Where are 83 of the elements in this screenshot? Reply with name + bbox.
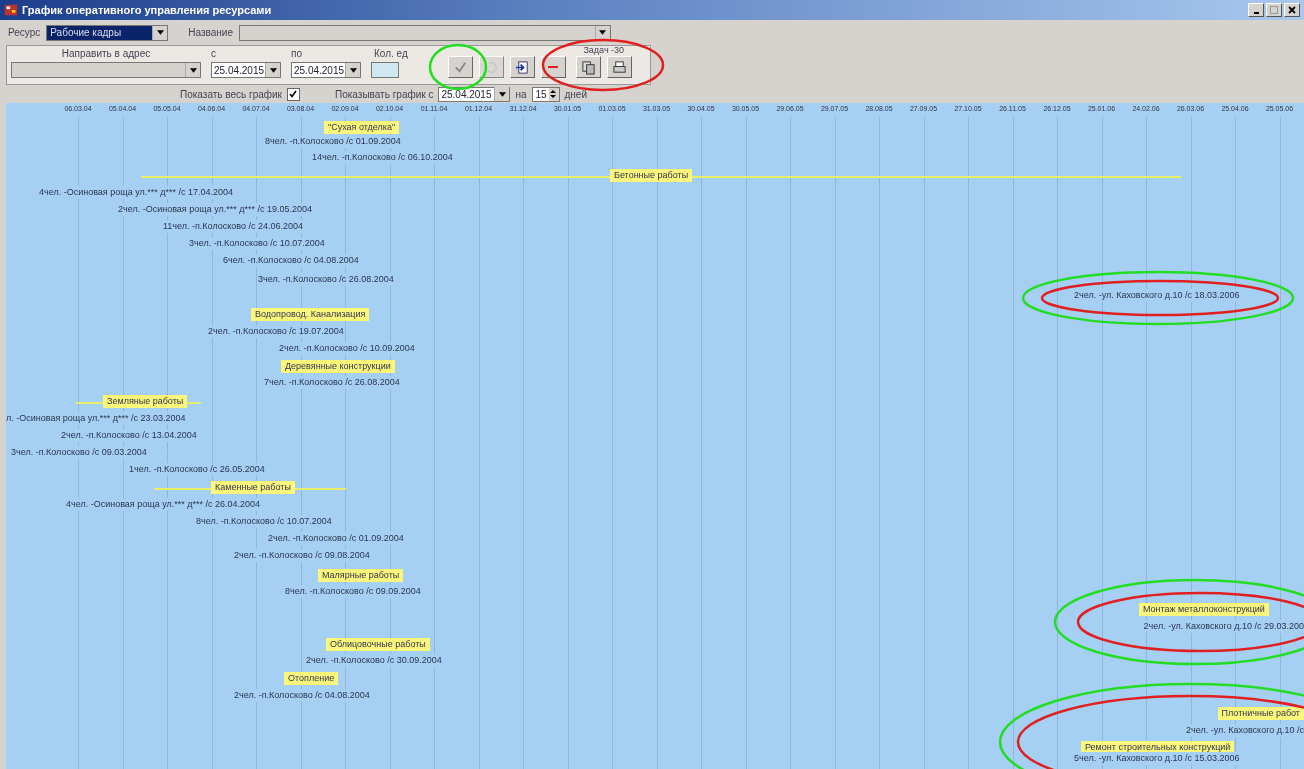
assignment-entry: 3чел. -п.Колосково /с 26.08.2004 xyxy=(258,273,394,286)
app-icon xyxy=(4,3,18,17)
assignment-entry: 4чел. -Осиновая роща ул.*** д*** /с 17.04.2004 xyxy=(39,186,233,199)
address-dropdown[interactable] xyxy=(11,62,201,78)
assignment-entry: 2чел. -п.Колосково /с 19.07.2004 xyxy=(208,325,344,338)
close-icon xyxy=(1287,5,1297,15)
to-label: по xyxy=(291,48,303,59)
assignment-entry: 3чел. -п.Колосково /с 09.03.2004 xyxy=(11,446,147,459)
work-group-label: Каменные работы xyxy=(211,481,295,494)
minus-icon xyxy=(548,65,559,69)
print-button[interactable] xyxy=(606,56,632,78)
work-group-label: Монтаж металлоконструкций xyxy=(1139,603,1269,616)
caret-icon xyxy=(498,91,506,97)
printer-icon xyxy=(611,59,627,75)
start-label: Показывать график с xyxy=(335,88,434,100)
name-dropdown[interactable] xyxy=(238,24,611,41)
tasks-count: Задач -30 xyxy=(583,45,625,55)
close-button[interactable] xyxy=(1284,3,1300,17)
quantity-label: Кол. ед xyxy=(373,48,408,59)
from-label: с xyxy=(211,48,217,59)
assignment-entry: 2чел. -ул. Каховского д.10 /с 29.03.200 xyxy=(1143,620,1304,633)
assignment-entry: 11чел. -п.Колосково /с 24.06.2004 xyxy=(163,220,304,233)
exit-icon xyxy=(514,59,530,75)
confirm-button[interactable] xyxy=(447,56,473,78)
minimize-icon xyxy=(1253,12,1259,14)
assignment-entry: л. -Осиновая роща ул.*** д*** /с 23.03.2004 xyxy=(6,412,186,425)
assignment-entry: 3чел. -п.Колосково /с 10.07.2004 xyxy=(189,237,325,250)
assignment-entry: 6чел. -п.Колосково /с 04.08.2004 xyxy=(223,254,359,267)
assignment-entry: 2чел. -Осиновая роща ул.*** д*** /с 19.05.2004 xyxy=(118,203,312,216)
assignment-entry: 7чел. -п.Колосково /с 26.08.2004 xyxy=(264,376,400,389)
work-group-label: Бетонные работы xyxy=(610,169,693,182)
show-all-checkbox[interactable] xyxy=(287,87,300,101)
resource-dropdown[interactable]: Рабочие кадры xyxy=(46,24,169,41)
work-group-label: Малярные работы xyxy=(318,569,404,582)
assignment-entry: 2чел. -п.Колосково /с 13.04.2004 xyxy=(61,429,197,442)
start-date-dropdown[interactable]: 25.04.2015 xyxy=(438,86,511,102)
assignment-entry: 2чел. -п.Колосково /с 01.09.2004 xyxy=(268,532,404,545)
annotation-ring xyxy=(428,43,488,91)
exit-button[interactable] xyxy=(509,56,535,78)
minimize-button[interactable] xyxy=(1248,3,1264,17)
maximize-button[interactable] xyxy=(1266,3,1282,17)
caret-icon xyxy=(269,67,277,73)
work-group-label: Плотничные работ xyxy=(1217,707,1304,720)
assignment-entry: 4чел. -Осиновая роща ул.*** д*** /с 26.04.2004 xyxy=(66,498,260,511)
work-group-label: "Сухая отделка" xyxy=(324,121,400,134)
address-label: Направить в адрес xyxy=(60,48,152,59)
caret-icon xyxy=(349,67,357,73)
days-unit: дней xyxy=(564,88,588,100)
assignment-entry: 5чел. -ул. Каховского д.10 /с 15.03.2006 xyxy=(1074,752,1240,765)
assignment-entry: 2чел. -п.Колосково /с 04.08.2004 xyxy=(234,689,370,702)
quantity-field[interactable] xyxy=(371,62,399,78)
name-label: Название xyxy=(188,27,233,38)
work-group-label: Отопление xyxy=(284,672,339,685)
caret-icon xyxy=(599,30,607,35)
work-group-label: Деревянные конструкции xyxy=(281,360,395,373)
copy-icon xyxy=(580,59,596,75)
assignment-entry: 8чел. -п.Колосково /с 09.09.2004 xyxy=(285,585,421,598)
work-group-label: Водопровод. Канализация xyxy=(251,308,370,321)
work-group-label: Земляные работы xyxy=(103,395,188,408)
from-date-dropdown[interactable]: 25.04.2015 xyxy=(211,62,281,78)
caret-icon xyxy=(189,67,197,73)
days-spinner[interactable]: 15 xyxy=(531,86,560,102)
assignment-entry: 14чел. -п.Колосково /с 06.10.2004 xyxy=(312,151,453,164)
spin-arrows-icon xyxy=(548,87,557,100)
assignment-entry: 1чел. -п.Колосково /с 26.05.2004 xyxy=(129,463,265,476)
resource-label: Ресурс xyxy=(8,27,41,38)
assignment-entry: 2чел. -п.Колосково /с 09.08.2004 xyxy=(234,549,370,562)
work-group-label: Облицовочные работы xyxy=(326,638,430,651)
copy-button[interactable] xyxy=(575,56,601,78)
check-icon xyxy=(288,88,298,99)
to-date-dropdown[interactable]: 25.04.2015 xyxy=(291,62,361,78)
window-title: График оперативного управления ресурсами xyxy=(22,4,272,16)
assignment-entry: 2чел. -п.Колосково /с 10.09.2004 xyxy=(279,342,415,355)
caret-icon xyxy=(156,30,164,35)
show-all-label: Показать весь график xyxy=(180,88,282,100)
check-icon xyxy=(452,59,468,75)
assignment-entry: 2чел. -ул. Каховского д.10 /с 18.03.2006 xyxy=(1074,289,1240,302)
assignment-entry: 8чел. -п.Колосково /с 10.07.2004 xyxy=(196,515,332,528)
assignment-entry: 8чел. -п.Колосково /с 01.09.2004 xyxy=(265,135,401,148)
assignment-entry: 2чел. -ул. Каховского д.10 /с xyxy=(1186,724,1304,737)
maximize-icon xyxy=(1269,5,1279,15)
assignment-entry: 2чел. -п.Колосково /с 30.09.2004 xyxy=(306,654,442,667)
days-label: на xyxy=(515,88,527,100)
